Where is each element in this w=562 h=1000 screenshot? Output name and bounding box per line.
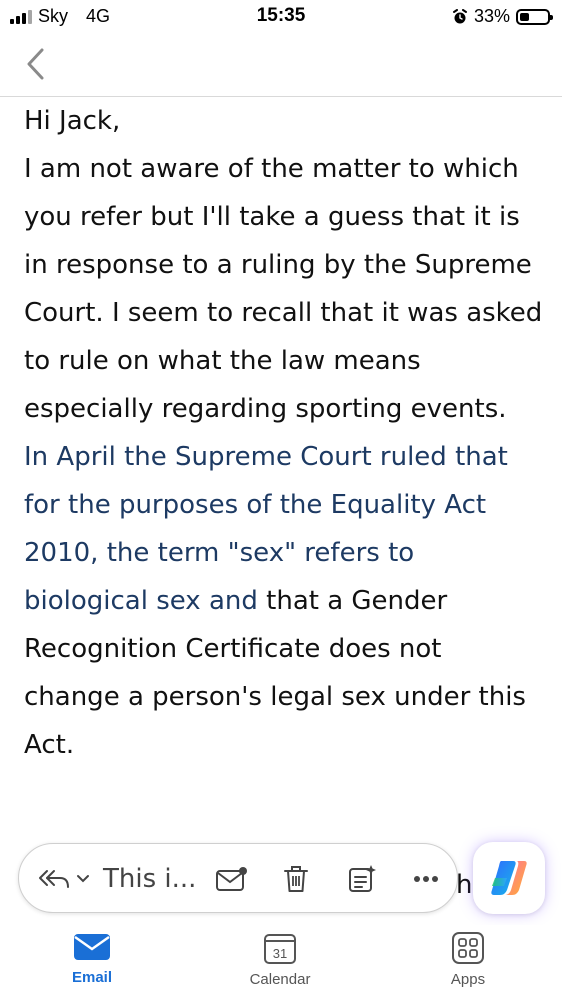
- copilot-icon: [491, 861, 527, 895]
- delete-button[interactable]: [273, 844, 319, 914]
- calendar-day-number: 31: [273, 946, 287, 961]
- trash-icon: [284, 866, 308, 892]
- draft-preview-text: This i...: [103, 864, 197, 894]
- battery-percent: 33%: [473, 6, 510, 26]
- navigation-bar: [0, 34, 562, 97]
- tab-email[interactable]: Email: [32, 931, 152, 986]
- reply-options-button[interactable]: [33, 844, 95, 914]
- reply-draft-preview[interactable]: This i...: [103, 844, 215, 914]
- battery-icon: [516, 8, 553, 25]
- copilot-button[interactable]: [473, 842, 545, 914]
- summarize-button[interactable]: [339, 844, 385, 914]
- alarm-icon: [452, 8, 467, 23]
- more-options-button[interactable]: [403, 844, 449, 914]
- mark-unread-button[interactable]: [209, 844, 255, 914]
- tab-email-label: Email: [71, 969, 113, 986]
- email-greeting: Hi Jack,: [24, 106, 121, 136]
- tab-apps[interactable]: Apps: [408, 931, 528, 988]
- partial-body-text: h: [456, 870, 473, 900]
- email-body: Hi Jack, I am not aware of the matter to…: [24, 97, 544, 769]
- status-bar: Sky 4G 15:35 33%: [0, 0, 562, 34]
- tab-apps-label: Apps: [450, 971, 486, 988]
- email-quoted-paragraph: In April the Supreme Court ruled that fo…: [24, 433, 544, 769]
- apps-grid-icon: [452, 932, 484, 964]
- chevron-down-icon: [77, 875, 89, 883]
- envelope-icon: [74, 934, 110, 960]
- tab-calendar-label: Calendar: [249, 971, 311, 988]
- reply-all-icon: [39, 870, 69, 888]
- bottom-tab-bar: Email 31 Calendar Apps: [0, 925, 562, 1000]
- calendar-icon: 31: [264, 934, 296, 964]
- email-paragraph: I am not aware of the matter to which yo…: [24, 154, 543, 424]
- status-right: 33%: [452, 6, 553, 27]
- tab-calendar[interactable]: 31 Calendar: [220, 931, 340, 988]
- summary-sparkle-icon: [349, 865, 376, 892]
- message-action-toolbar: This i...: [18, 843, 458, 913]
- more-horizontal-icon: [414, 876, 438, 882]
- mail-unread-icon: [216, 867, 247, 891]
- back-chevron-icon[interactable]: [22, 46, 52, 82]
